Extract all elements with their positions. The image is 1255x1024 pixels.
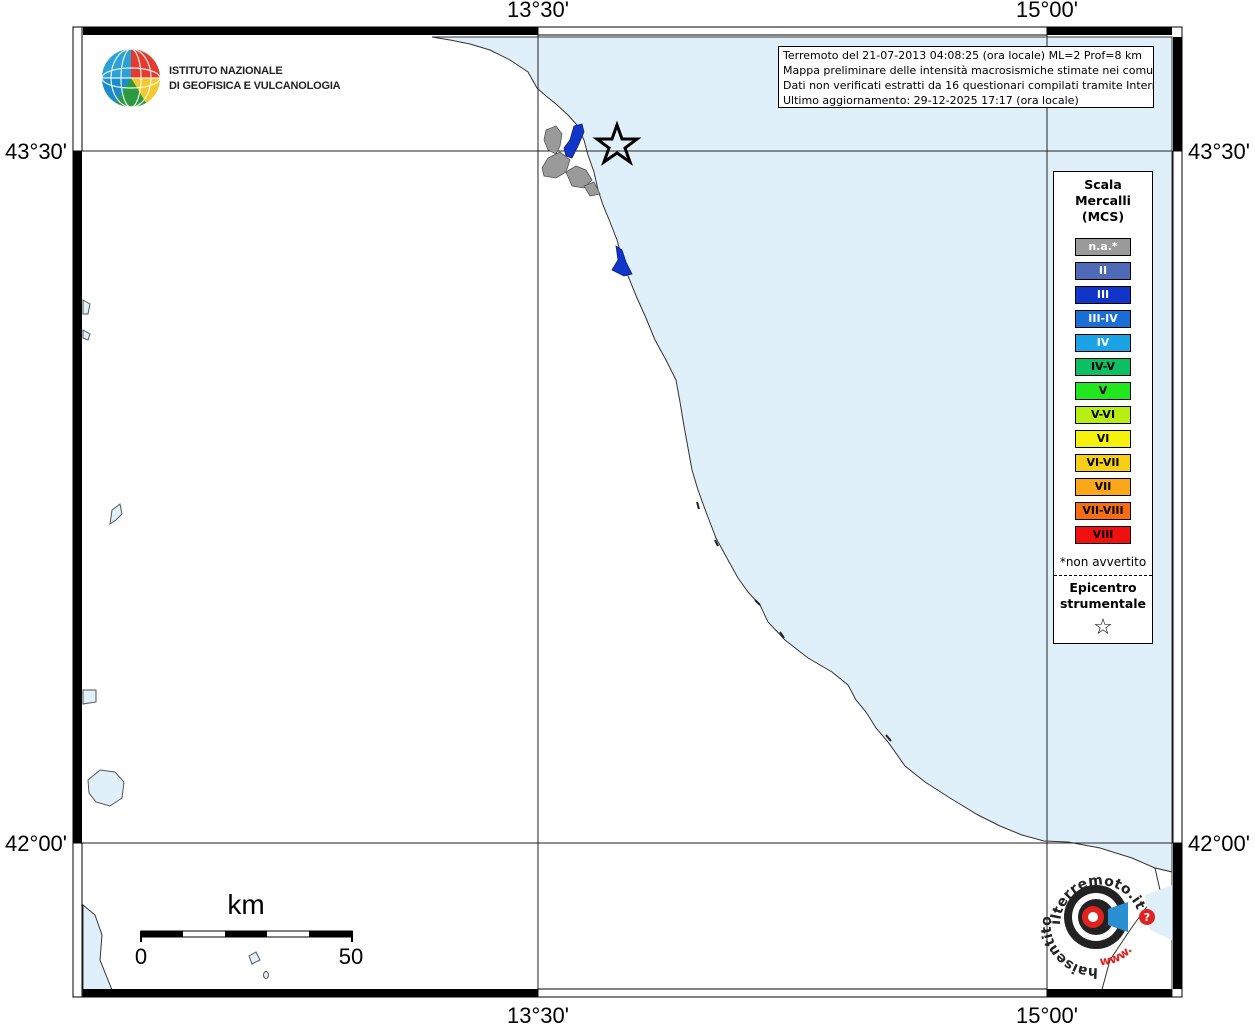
legend-swatches: n.a.* II III III-IV IV IV-V V V-VI VI VI-VII VII VI…	[1054, 238, 1152, 544]
institute-name-line2: DI GEOFISICA E VULCANOLOGIA	[169, 80, 341, 92]
legend-epicenter-line1: Epicentro	[1069, 580, 1137, 595]
legend-swatch: VII	[1075, 478, 1131, 496]
legend-swatch: V	[1075, 382, 1131, 400]
legend-title: Scala Mercalli (MCS)	[1054, 177, 1152, 225]
legend-not-felt-note: *non avvertito	[1059, 555, 1147, 569]
legend-swatch: n.a.*	[1075, 238, 1131, 256]
lon-label-bottom-2: 15°00'	[1016, 1003, 1078, 1024]
event-info-line4: Ultimo aggiornamento: 29-12-2025 17:17 (…	[783, 94, 1079, 107]
legend-title-line2: Mercalli	[1075, 193, 1131, 208]
event-info-line2: Mappa preliminare delle intensità macros…	[783, 64, 1154, 77]
scale-end: 50	[339, 944, 363, 969]
legend-swatch: III-IV	[1075, 310, 1131, 328]
lon-label-top-2: 15°00'	[1016, 0, 1078, 22]
lat-label-right-2: 42°00'	[1188, 831, 1250, 856]
island-7	[263, 971, 269, 979]
event-info-line1: Terremoto del 21-07-2013 04:08:25 (ora l…	[783, 49, 1143, 62]
legend-title-line1: Scala	[1084, 177, 1122, 192]
legend-swatch: VII-VIII	[1075, 502, 1131, 520]
institute-name-line1: ISTITUTO NAZIONALE	[169, 65, 283, 77]
scale-unit: km	[227, 889, 264, 920]
legend-star-icon: ☆	[1093, 615, 1113, 640]
legend-swatch: VI	[1075, 430, 1131, 448]
intensity-legend: Scala Mercalli (MCS) n.a.* II III III-IV IV I…	[1053, 171, 1153, 644]
lon-label-top-1: 13°30'	[507, 0, 569, 22]
legend-epicenter-line2: strumentale	[1059, 596, 1147, 611]
lat-label-left-2: 42°00'	[5, 831, 67, 856]
legend-swatch: IV-V	[1075, 358, 1131, 376]
event-info-box: Terremoto del 21-07-2013 04:08:25 (ora l…	[778, 46, 1154, 108]
lat-label-left-1: 43°30'	[5, 139, 67, 164]
legend-epicenter-title: Epicentro strumentale	[1054, 580, 1152, 612]
legend-separator	[1054, 575, 1152, 576]
scale-start: 0	[135, 944, 147, 969]
island-3	[82, 689, 97, 705]
event-info-line3: Dati non verificati estratti da 16 quest…	[783, 79, 1154, 92]
legend-swatch: IV	[1075, 334, 1131, 352]
legend-swatch: II	[1075, 262, 1131, 280]
legend-swatch: VI-VII	[1075, 454, 1131, 472]
hsit-question: ?	[1144, 911, 1150, 924]
legend-swatch: III	[1075, 286, 1131, 304]
lon-label-bottom-1: 13°30'	[507, 1003, 569, 1024]
lat-label-right-1: 43°30'	[1188, 139, 1250, 164]
legend-swatch: V-VI	[1075, 406, 1131, 424]
legend-title-line3: (MCS)	[1081, 209, 1125, 224]
legend-swatch: VIII	[1075, 526, 1131, 544]
